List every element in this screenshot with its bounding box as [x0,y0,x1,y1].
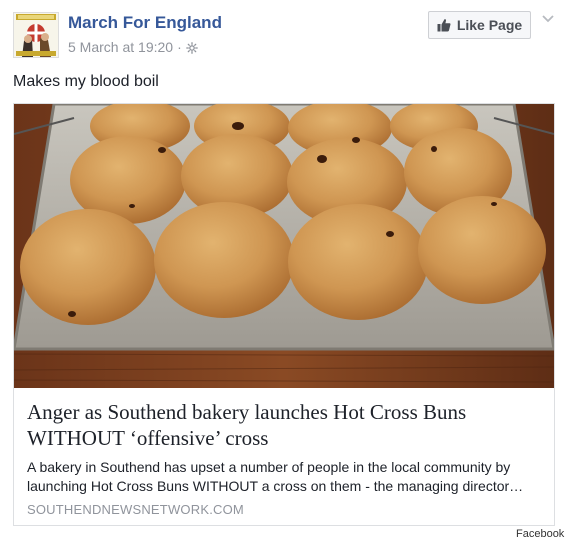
link-preview-card[interactable]: Anger as Southend bakery launches Hot Cr… [13,103,555,526]
facebook-watermark: Facebook [516,528,565,540]
post-meta: 5 March at 19:20 · [68,39,198,57]
post-message: Makes my blood boil [13,73,159,90]
globe-icon[interactable] [185,41,198,57]
like-page-button[interactable]: Like Page [428,11,531,39]
like-page-label: Like Page [456,17,523,33]
thumbs-up-icon [437,19,451,32]
link-preview-image[interactable] [14,104,554,388]
post-timestamp[interactable]: 5 March at 19:20 [68,39,173,55]
page-name-link[interactable]: March For England [68,13,222,33]
link-domain: SOUTHENDNEWSNETWORK.COM [27,502,244,517]
facebook-post: March For England 5 March at 19:20 · Like… [0,0,570,541]
page-avatar[interactable] [13,12,59,58]
chevron-down-icon[interactable] [541,14,555,24]
link-description: A bakery in Southend has upset a number … [27,459,524,494]
avatar-image [14,13,58,57]
meta-separator: · [177,39,182,55]
link-title[interactable]: Anger as Southend bakery launches Hot Cr… [27,399,542,451]
